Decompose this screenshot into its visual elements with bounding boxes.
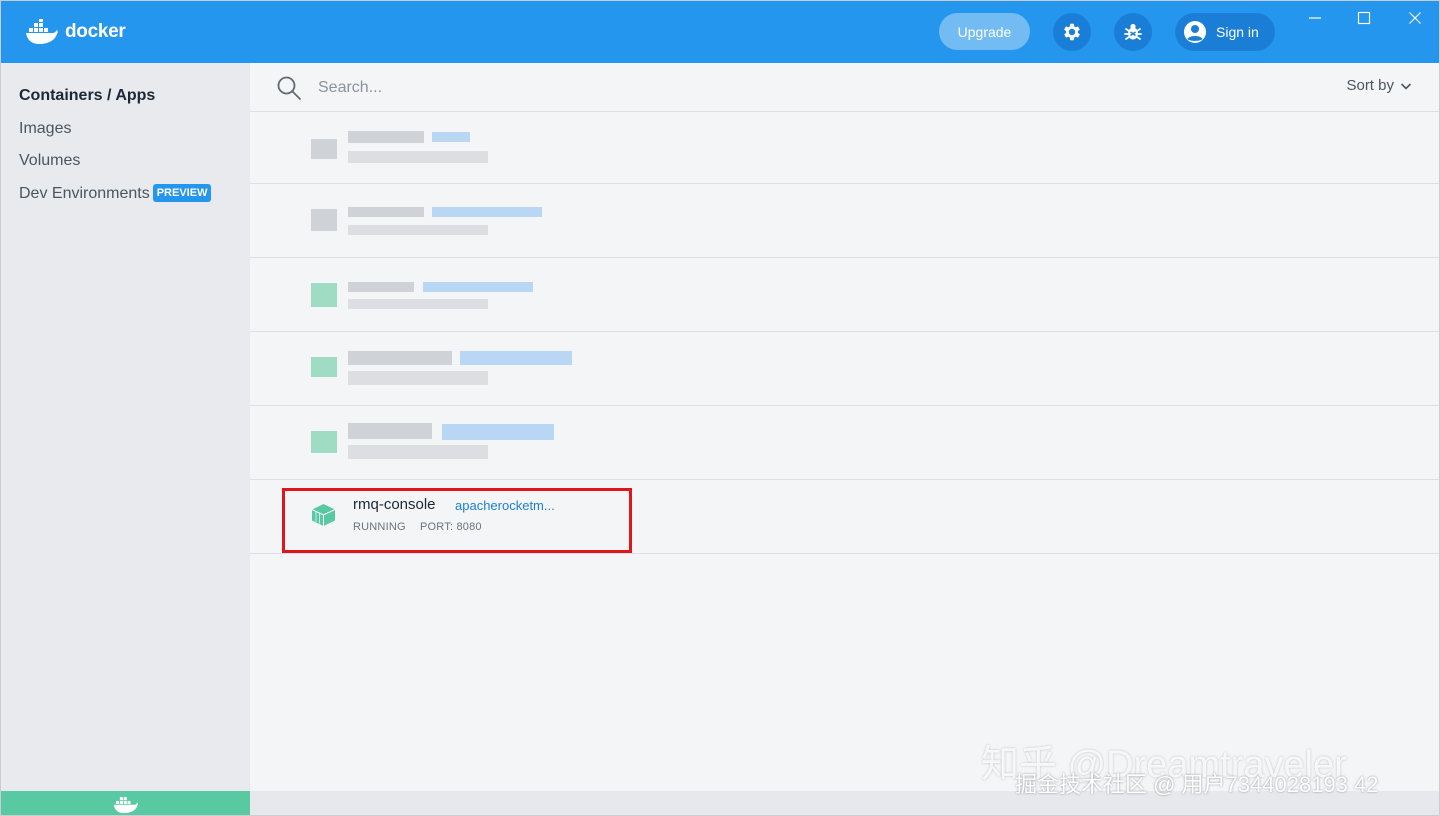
obscured-icon <box>311 209 337 231</box>
obscured-name <box>348 207 424 217</box>
obscured-icon <box>311 357 337 377</box>
sort-by-dropdown[interactable]: Sort by <box>1346 77 1412 94</box>
containers-panel: Sort by <box>250 63 1439 791</box>
settings-button[interactable] <box>1053 13 1091 51</box>
sign-in-label: Sign in <box>1216 24 1259 40</box>
sidebar-item-containers-apps[interactable]: Containers / Apps <box>19 87 155 105</box>
container-cube-icon <box>311 504 336 526</box>
obscured-name <box>348 351 452 365</box>
obscured-name <box>348 282 414 292</box>
container-image-link[interactable]: apacherocketm... <box>455 498 555 513</box>
sidebar-item-images[interactable]: Images <box>19 120 71 138</box>
container-row-obscured[interactable] <box>250 333 1439 406</box>
container-port: PORT: 8080 <box>420 521 482 533</box>
sign-in-button[interactable]: Sign in <box>1175 13 1275 51</box>
obscured-name <box>348 423 432 439</box>
sidebar-item-label: Dev Environments <box>19 185 150 202</box>
sort-by-label: Sort by <box>1346 77 1394 94</box>
app-title: docker <box>65 21 126 42</box>
search-input[interactable] <box>316 75 1020 101</box>
docker-desktop-window: docker Upgrade Sign in Containers / Apps… <box>0 0 1440 816</box>
obscured-icon <box>311 283 337 307</box>
chevron-down-icon <box>1400 82 1412 90</box>
obscured-image <box>460 351 572 365</box>
docker-logo: docker <box>25 17 126 47</box>
search-icon <box>277 76 301 100</box>
maximize-icon <box>1357 11 1371 25</box>
container-status: RUNNING <box>353 521 406 533</box>
preview-badge: PREVIEW <box>152 184 212 202</box>
bug-icon <box>1124 23 1142 40</box>
minimize-button[interactable] <box>1304 7 1326 29</box>
obscured-image <box>432 132 470 142</box>
gear-icon <box>1064 23 1080 41</box>
minimize-icon <box>1309 17 1321 19</box>
sidebar-item-volumes[interactable]: Volumes <box>19 152 80 170</box>
obscured-status <box>348 151 488 163</box>
obscured-status <box>348 299 488 309</box>
obscured-name <box>348 131 424 143</box>
close-icon <box>1409 12 1421 24</box>
watermark-juejin: 掘金技术社区 @ 用户7344028193 42 <box>1015 772 1379 797</box>
obscured-icon <box>311 431 337 453</box>
sidebar-item-dev-environments[interactable]: Dev Environments PREVIEW <box>19 184 212 203</box>
container-row-obscured[interactable] <box>250 185 1439 258</box>
close-button[interactable] <box>1404 7 1426 29</box>
docker-whale-icon <box>26 19 58 44</box>
obscured-image <box>432 207 542 217</box>
container-row-obscured[interactable] <box>250 407 1439 480</box>
obscured-status <box>348 445 488 459</box>
upgrade-button[interactable]: Upgrade <box>939 13 1030 50</box>
docker-whale-icon <box>113 797 138 814</box>
troubleshoot-button[interactable] <box>1114 13 1152 51</box>
container-name: rmq-console <box>353 496 436 513</box>
obscured-status <box>348 225 488 235</box>
obscured-status <box>348 371 488 385</box>
obscured-icon <box>311 139 337 159</box>
engine-status-bar[interactable] <box>1 791 250 815</box>
container-row-obscured[interactable] <box>250 259 1439 332</box>
obscured-image <box>442 424 554 440</box>
maximize-button[interactable] <box>1353 7 1375 29</box>
title-bar: docker Upgrade Sign in <box>1 1 1439 63</box>
container-row[interactable]: rmq-console apacherocketm... RUNNING POR… <box>250 481 1439 554</box>
container-row-obscured[interactable] <box>250 111 1439 184</box>
sidebar: Containers / Apps Images Volumes Dev Env… <box>1 63 250 791</box>
user-circle-icon <box>1184 21 1206 43</box>
obscured-image <box>423 282 533 292</box>
search-bar: Sort by <box>250 63 1439 112</box>
